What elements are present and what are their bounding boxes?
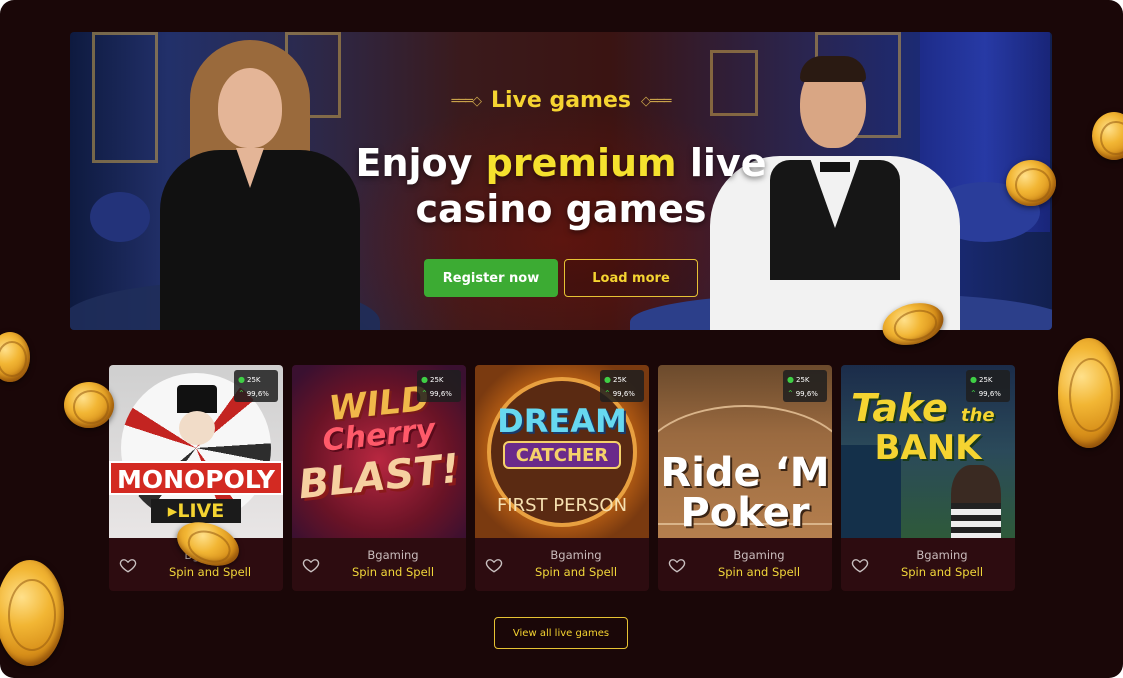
game-stats-badge: ● 25K ⌃ 99,6% [966,370,1010,402]
game-card[interactable]: DREAM CATCHER FIRST PERSON ● 25K ⌃ 99,6% B… [475,365,649,591]
rtp-value: 99,6% [978,390,1001,398]
players-count: 25K [429,376,444,384]
players-icon: ● [970,375,977,384]
gold-coin-icon [1092,112,1123,160]
game-logo: BANK [874,428,982,468]
game-name[interactable]: Spin and Spell [137,565,283,579]
game-logo-sub: CATCHER [503,441,621,469]
title-highlight: premium [485,141,677,185]
players-count: 25K [612,376,627,384]
players-icon: ● [421,375,428,384]
game-stats-badge: ● 25K ⌃ 99,6% [234,370,278,402]
heart-icon[interactable] [485,556,503,574]
game-stats-badge: ● 25K ⌃ 99,6% [783,370,827,402]
rtp-value: 99,6% [429,390,452,398]
provider-name: Bgaming [733,548,785,562]
rtp-value: 99,6% [795,390,818,398]
game-name[interactable]: Spin and Spell [686,565,832,579]
game-logo: DREAM [497,402,627,440]
load-more-button[interactable]: Load more [564,259,698,297]
players-icon: ● [238,375,245,384]
card-footer: Bgaming Spin and Spell [292,538,466,591]
title-line-2: casino games [415,187,707,231]
game-name[interactable]: Spin and Spell [320,565,466,579]
rtp-value: 99,6% [612,390,635,398]
register-now-button[interactable]: Register now [424,259,558,297]
hero-eyebrow: ═══◇ Live games ◇═══ [70,88,1052,113]
players-count: 25K [246,376,261,384]
heart-icon[interactable] [119,556,137,574]
gold-coin-icon [64,382,114,428]
gold-coin-icon [1006,160,1056,206]
game-name[interactable]: Spin and Spell [869,565,1015,579]
players-icon: ● [604,375,611,384]
players-count: 25K [795,376,810,384]
ornament-right-icon: ◇═══ [641,93,672,109]
rtp-icon: ⌃ [238,389,245,398]
game-stats-badge: ● 25K ⌃ 99,6% [600,370,644,402]
game-logo-sub: FIRST PERSON [496,495,628,516]
ornament-left-icon: ═══◇ [451,93,483,109]
gold-coin-icon [1058,338,1120,448]
game-logo: Ride ‘M [660,450,830,496]
heart-icon[interactable] [851,556,869,574]
rtp-icon: ⌃ [787,389,794,398]
provider-name: Bgaming [367,548,419,562]
card-footer: Bgaming Spin and Spell [475,538,649,591]
rtp-icon: ⌃ [604,389,611,398]
heart-icon[interactable] [668,556,686,574]
mascot [179,411,215,445]
game-name[interactable]: Spin and Spell [503,565,649,579]
card-footer: Bgaming Spin and Spell [658,538,832,591]
title-text: Enjoy [355,141,486,185]
rtp-value: 99,6% [246,390,269,398]
game-card[interactable]: Ride ‘M Poker ● 25K ⌃ 99,6% Bgaming Spin a… [658,365,832,591]
gold-coin-icon [0,560,64,666]
game-stats-badge: ● 25K ⌃ 99,6% [417,370,461,402]
card-footer: Bgaming Spin and Spell [841,538,1015,591]
view-all-live-games-button[interactable]: View all live games [494,617,628,649]
eyebrow-text: Live games [490,88,631,113]
players-count: 25K [978,376,993,384]
title-text: live [676,141,767,185]
players-icon: ● [787,375,794,384]
hero-title: Enjoy premium live casino games [70,140,1052,232]
game-card[interactable]: WILD Cherry BLAST! ● 25K ⌃ 99,6% Bgaming S… [292,365,466,591]
gold-coin-icon [0,332,30,382]
provider-name: Bgaming [916,548,968,562]
rtp-icon: ⌃ [421,389,428,398]
game-logo: Poker [680,490,810,536]
game-logo-sub: ▸LIVE [151,499,241,523]
top-hat-icon [177,385,217,413]
provider-name: Bgaming [550,548,602,562]
live-games-section: ═══◇ Live games ◇═══ Enjoy premium live ca… [0,0,1123,678]
game-card[interactable]: Take the BANK ● 25K ⌃ 99,6% Bgaming Spin a… [841,365,1015,591]
hero-banner: ═══◇ Live games ◇═══ Enjoy premium live ca… [70,32,1052,330]
heart-icon[interactable] [302,556,320,574]
robber-shirt [951,503,1001,538]
rtp-icon: ⌃ [970,389,977,398]
game-logo: MONOPOLY [109,461,283,495]
